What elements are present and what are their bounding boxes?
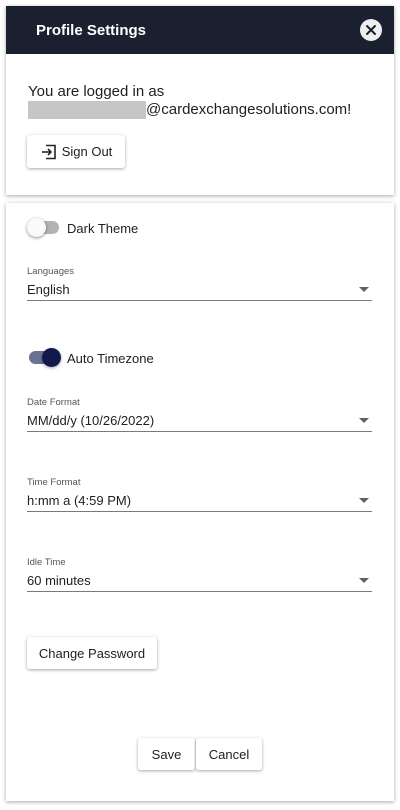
account-card: Profile Settings You are logged in as @c… — [6, 6, 394, 195]
idle-time-select[interactable]: Idle Time 60 minutes — [27, 557, 372, 592]
redacted-username — [28, 101, 146, 119]
dropdown-arrow-icon — [359, 498, 369, 503]
dark-theme-row: Dark Theme — [27, 218, 138, 238]
languages-label: Languages — [27, 266, 75, 277]
email-domain: @cardexchangesolutions.com! — [146, 101, 352, 118]
idle-time-label: Idle Time — [27, 557, 66, 568]
auto-timezone-row: Auto Timezone — [27, 348, 154, 368]
settings-card: Dark Theme Languages English Auto Timezo… — [6, 203, 394, 801]
auto-timezone-label: Auto Timezone — [67, 350, 154, 366]
dark-theme-toggle[interactable] — [27, 218, 61, 238]
logged-in-prefix: You are logged in as — [28, 83, 165, 100]
change-password-button[interactable]: Change Password — [27, 637, 157, 669]
time-format-label: Time Format — [27, 477, 81, 488]
date-format-select[interactable]: Date Format MM/dd/y (10/26/2022) — [27, 397, 372, 432]
idle-time-value: 60 minutes — [27, 573, 91, 588]
save-button[interactable]: Save — [138, 738, 195, 770]
dropdown-arrow-icon — [359, 287, 369, 292]
logged-in-message: You are logged in as @cardexchangesoluti… — [28, 83, 351, 119]
sign-out-label: Sign Out — [61, 144, 113, 159]
toggle-thumb — [27, 218, 46, 237]
time-format-value: h:mm a (4:59 PM) — [27, 493, 132, 508]
languages-value: English — [27, 282, 70, 297]
sign-out-button[interactable]: Sign Out — [27, 135, 125, 168]
auto-timezone-toggle[interactable] — [27, 348, 61, 368]
dropdown-arrow-icon — [359, 418, 369, 423]
sign-out-icon — [40, 143, 58, 161]
close-icon[interactable] — [360, 19, 382, 41]
languages-select[interactable]: Languages English — [27, 266, 372, 301]
dropdown-arrow-icon — [359, 578, 369, 583]
cancel-button[interactable]: Cancel — [196, 738, 262, 770]
dark-theme-label: Dark Theme — [67, 220, 139, 236]
date-format-value: MM/dd/y (10/26/2022) — [27, 413, 155, 428]
dialog-header: Profile Settings — [6, 6, 394, 54]
dialog-title: Profile Settings — [36, 21, 147, 39]
toggle-thumb — [42, 348, 61, 367]
time-format-select[interactable]: Time Format h:mm a (4:59 PM) — [27, 477, 372, 512]
date-format-label: Date Format — [27, 397, 80, 408]
